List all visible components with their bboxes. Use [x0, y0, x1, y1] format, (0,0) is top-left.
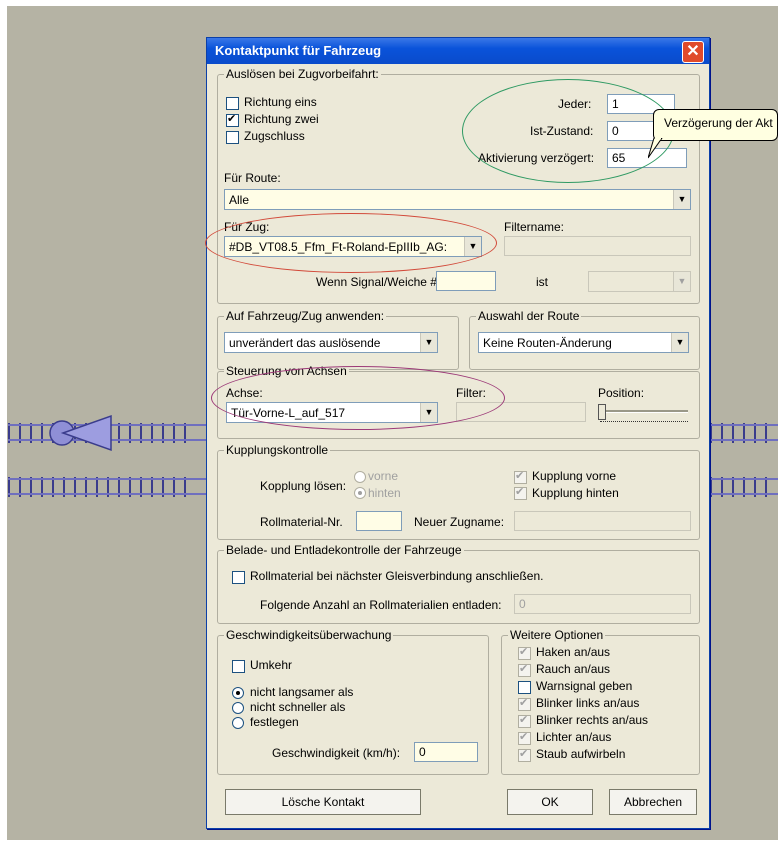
rail-track-upper-right — [710, 421, 778, 445]
speed-label: Geschwindigkeit (km/h): — [272, 746, 401, 760]
festlegen-label: festlegen — [250, 715, 299, 729]
rauch-label: Rauch an/aus — [536, 662, 611, 676]
kupplung-hinten-label: Kupplung hinten — [532, 486, 619, 500]
rollmaterial-input[interactable] — [356, 511, 402, 531]
coupling-group: Kupplungskontrolle Kopplung lösen: vorne… — [217, 443, 700, 540]
checkbox-haken[interactable] — [518, 645, 531, 660]
route-select-dropdown[interactable]: Keine Routen-Änderung ▼ — [478, 332, 689, 353]
haken-label: Haken an/aus — [536, 645, 611, 659]
options-group: Weitere Optionen Haken an/aus Rauch an/a… — [501, 628, 700, 775]
close-button[interactable]: ✕ — [682, 41, 704, 63]
rail-track-lower-right — [710, 475, 778, 499]
nicht-langsamer-label: nicht langsamer als — [250, 685, 354, 699]
checkbox-warnsignal[interactable] — [518, 681, 531, 694]
contact-point-icon[interactable] — [47, 413, 113, 453]
vorne-label: vorne — [368, 469, 399, 483]
nicht-schneller-label: nicht schneller als — [250, 700, 346, 714]
ist-dropdown[interactable]: ▼ — [588, 271, 691, 292]
blinker-links-label: Blinker links an/aus — [536, 696, 640, 710]
delay-tooltip: Verzögerung der Akt — [653, 109, 778, 141]
position-label: Position: — [598, 386, 645, 400]
loading-legend: Belade- und Entladekontrolle der Fahrzeu… — [224, 543, 464, 557]
rollmaterial-label: Rollmaterial-Nr. — [260, 515, 343, 529]
radio-vorne[interactable] — [354, 471, 366, 483]
checkbox-kupplung-hinten[interactable] — [514, 485, 527, 500]
tooltip-pointer — [648, 138, 663, 159]
radio-festlegen[interactable] — [232, 717, 244, 729]
hinten-label: hinten — [368, 486, 401, 500]
chevron-down-icon: ▼ — [420, 333, 437, 352]
speed-legend: Geschwindigkeitsüberwachung — [224, 628, 394, 642]
dialog-title: Kontaktpunkt für Fahrzeug — [215, 43, 382, 58]
annotation-ellipse-purple — [211, 366, 505, 430]
route-select-legend: Auswahl der Route — [476, 309, 582, 323]
route-label: Für Route: — [224, 171, 281, 185]
chevron-down-icon: ▼ — [671, 333, 688, 352]
richtung-eins-label: Richtung eins — [244, 95, 317, 109]
radio-nicht-langsamer[interactable] — [232, 687, 244, 699]
apply-value: unverändert das auslösende — [229, 336, 381, 350]
staub-label: Staub aufwirbeln — [536, 747, 626, 761]
radio-nicht-schneller[interactable] — [232, 702, 244, 714]
speed-group: Geschwindigkeitsüberwachung Umkehr nicht… — [217, 628, 489, 775]
trigger-legend: Auslösen bei Zugvorbeifahrt: — [224, 67, 381, 81]
tooltip-text: Verzögerung der Akt — [664, 116, 773, 130]
position-slider[interactable] — [598, 404, 690, 426]
slider-thumb[interactable] — [598, 404, 606, 420]
close-icon: ✕ — [686, 43, 700, 60]
apply-legend: Auf Fahrzeug/Zug anwenden: — [224, 309, 387, 323]
entladen-label: Folgende Anzahl an Rollmaterialien entla… — [260, 598, 502, 612]
apply-dropdown[interactable]: unverändert das auslösende ▼ — [224, 332, 438, 353]
route-select-group: Auswahl der Route Keine Routen-Änderung … — [469, 309, 700, 370]
checkbox-staub[interactable] — [518, 747, 531, 762]
lichter-label: Lichter an/aus — [536, 730, 612, 744]
checkbox-zugschluss[interactable] — [226, 131, 239, 144]
filtername-label: Filtername: — [504, 220, 565, 234]
checkbox-rollmaterial-anschliessen[interactable] — [232, 571, 245, 584]
ist-label: ist — [536, 275, 548, 289]
checkbox-richtung-eins[interactable] — [226, 97, 239, 110]
kopplung-loesen-label: Kopplung lösen: — [260, 479, 347, 493]
signal-label: Wenn Signal/Weiche # — [316, 275, 437, 289]
radio-hinten[interactable] — [354, 487, 366, 499]
zugschluss-label: Zugschluss — [244, 129, 305, 143]
entladen-input[interactable]: 0 — [514, 594, 691, 614]
warnsignal-label: Warnsignal geben — [536, 679, 633, 693]
options-legend: Weitere Optionen — [508, 628, 606, 642]
speed-input[interactable]: 0 — [414, 742, 478, 762]
title-bar: Kontaktpunkt für Fahrzeug ✕ — [207, 38, 709, 64]
delete-contact-button[interactable]: Lösche Kontakt — [225, 789, 421, 815]
checkbox-blinker-links[interactable] — [518, 696, 531, 711]
route-value: Alle — [229, 193, 250, 207]
checkbox-umkehr[interactable] — [232, 660, 245, 673]
chevron-down-icon: ▼ — [673, 190, 690, 209]
checkbox-blinker-rechts[interactable] — [518, 713, 531, 728]
route-dropdown[interactable]: Alle ▼ — [224, 189, 691, 210]
annotation-ellipse-red — [205, 213, 497, 273]
filtername-input[interactable] — [504, 236, 691, 256]
checkbox-richtung-zwei[interactable] — [226, 112, 239, 127]
zugname-label: Neuer Zugname: — [414, 515, 505, 529]
route-select-value: Keine Routen-Änderung — [483, 336, 612, 350]
kupplung-vorne-label: Kupplung vorne — [532, 469, 617, 483]
umkehr-label: Umkehr — [250, 658, 293, 672]
anschliessen-label: Rollmaterial bei nächster Gleisverbindun… — [250, 569, 544, 583]
coupling-legend: Kupplungskontrolle — [224, 443, 331, 457]
checkbox-lichter[interactable] — [518, 730, 531, 745]
chevron-down-icon: ▼ — [673, 272, 690, 291]
rail-track-lower-left — [8, 475, 206, 499]
apply-group: Auf Fahrzeug/Zug anwenden: unverändert d… — [217, 309, 459, 370]
zugname-input[interactable] — [514, 511, 691, 531]
blinker-rechts-label: Blinker rechts an/aus — [536, 713, 649, 727]
checkbox-kupplung-vorne[interactable] — [514, 469, 527, 484]
annotation-ellipse-green — [462, 79, 674, 183]
cancel-button[interactable]: Abbrechen — [609, 789, 697, 815]
ok-button[interactable]: OK — [507, 789, 593, 815]
richtung-zwei-label: Richtung zwei — [244, 112, 319, 126]
loading-group: Belade- und Entladekontrolle der Fahrzeu… — [217, 543, 700, 624]
checkbox-rauch[interactable] — [518, 662, 531, 677]
signal-input[interactable] — [436, 271, 496, 291]
